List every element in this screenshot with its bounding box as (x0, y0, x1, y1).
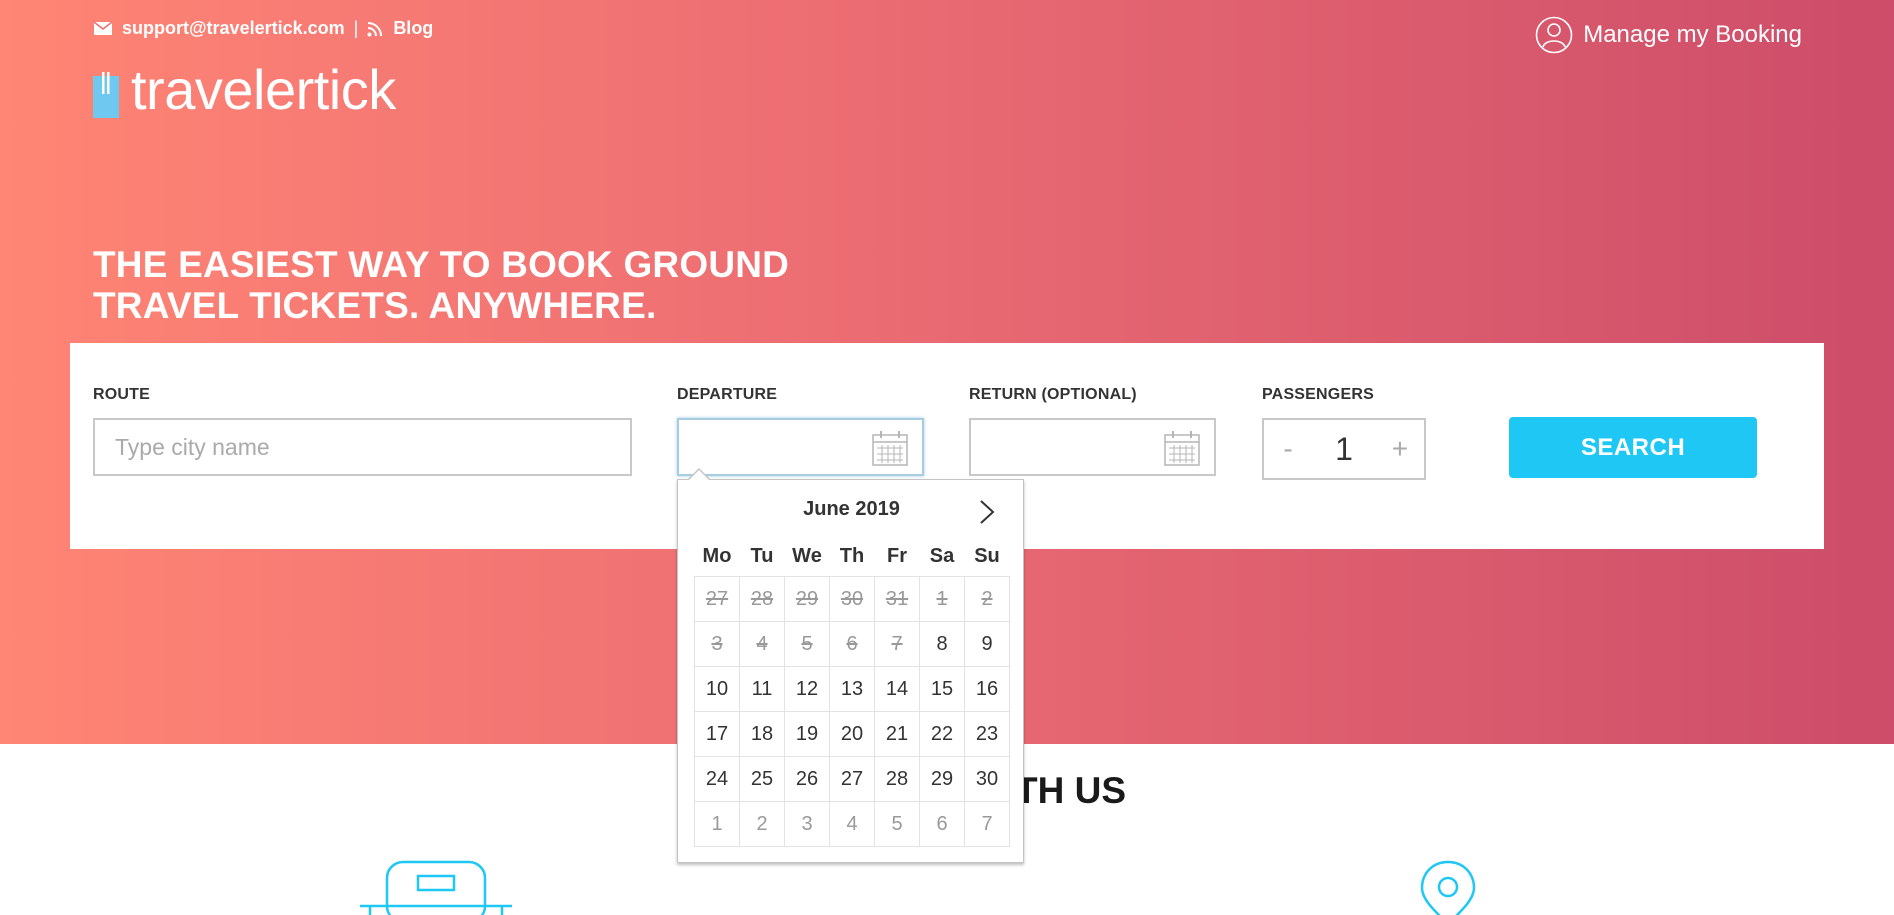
calendar-day: 2 (964, 576, 1010, 622)
manage-booking-label: Manage my Booking (1583, 21, 1802, 48)
calendar-day[interactable]: 1 (694, 801, 740, 847)
calendar-day[interactable]: 28 (874, 756, 920, 802)
return-field[interactable] (969, 418, 1216, 476)
calendar-day[interactable]: 18 (739, 711, 785, 757)
calendar-day[interactable]: 13 (829, 666, 875, 712)
logo-text: travelertick (131, 58, 396, 121)
calendar-day: 30 (829, 576, 875, 622)
calendar-week-row: 10 11 12 13 14 15 16 (694, 666, 1010, 712)
calendar-day[interactable]: 14 (874, 666, 920, 712)
calendar-day[interactable]: 19 (784, 711, 830, 757)
support-email-link[interactable]: support@travelertick.com (122, 18, 345, 39)
calendar-week-row: 1234567 (694, 801, 1010, 847)
calendar-day[interactable]: 7 (964, 801, 1010, 847)
calendar-day[interactable]: 3 (784, 801, 830, 847)
calendar-day: 31 (874, 576, 920, 622)
calendar-day: 6 (829, 621, 875, 667)
weekday-label: Tu (750, 544, 774, 567)
weekday-label: Sa (929, 544, 955, 567)
calendar-day[interactable]: 11 (739, 666, 785, 712)
calendar-day[interactable]: 4 (829, 801, 875, 847)
calendar-icon[interactable] (872, 430, 908, 466)
calendar-day[interactable]: 6 (919, 801, 965, 847)
section-title: TH US (1015, 770, 1126, 811)
departure-label: DEPARTURE (677, 386, 778, 403)
chevron-right-icon[interactable] (977, 498, 997, 526)
datepicker-pointer-fill (688, 470, 710, 481)
user-icon (1535, 16, 1573, 54)
departure-field[interactable] (677, 418, 924, 476)
rss-icon (367, 21, 383, 36)
weekday-header: Mo Tu We Th Fr Sa Su (695, 536, 1010, 577)
calendar-day[interactable]: 16 (964, 666, 1010, 712)
calendar-week-row: 3456789 (694, 621, 1010, 667)
route-field (93, 418, 632, 476)
logo-icon (93, 72, 119, 118)
weekday-label: Su (974, 544, 1000, 567)
calendar-day: 28 (739, 576, 785, 622)
manage-booking-link[interactable]: Manage my Booking (1535, 16, 1802, 54)
weekday-label: We (792, 544, 822, 567)
passengers-decrement-button[interactable]: - (1278, 433, 1298, 465)
contact-bar: support@travelertick.com | Blog (94, 18, 433, 39)
calendar-day[interactable]: 12 (784, 666, 830, 712)
headline-line-1: THE EASIEST WAY TO BOOK GROUND (93, 244, 790, 285)
calendar-day[interactable]: 10 (694, 666, 740, 712)
weekday-label: Th (839, 544, 865, 567)
luggage-icon (360, 860, 512, 915)
passengers-label: PASSENGERS (1262, 386, 1374, 403)
calendar-day[interactable]: 27 (829, 756, 875, 802)
separator: | (353, 18, 359, 38)
calendar-day[interactable]: 2 (739, 801, 785, 847)
headline-line-2: TRAVEL TICKETS. ANYWHERE. (93, 285, 657, 326)
calendar-day: 1 (919, 576, 965, 622)
blog-link[interactable]: Blog (393, 18, 433, 39)
calendar-day: 7 (874, 621, 920, 667)
weekday-label: Mo (702, 544, 732, 567)
calendar-day[interactable]: 21 (874, 711, 920, 757)
calendar-day: 4 (739, 621, 785, 667)
calendar-day[interactable]: 22 (919, 711, 965, 757)
passengers-increment-button[interactable]: + (1390, 433, 1410, 465)
route-label: ROUTE (93, 386, 150, 403)
calendar-day[interactable]: 20 (829, 711, 875, 757)
datepicker: June 2019 Mo Tu We Th Fr Sa Su 27 28 29 30 3… (677, 479, 1024, 863)
search-button[interactable]: SEARCH (1509, 417, 1757, 478)
calendar-day[interactable]: 30 (964, 756, 1010, 802)
calendar-day[interactable]: 5 (874, 801, 920, 847)
calendar-day[interactable]: 26 (784, 756, 830, 802)
calendar-day[interactable]: 29 (919, 756, 965, 802)
calendar-day[interactable]: 24 (694, 756, 740, 802)
calendar-day: 27 (694, 576, 740, 622)
datepicker-grid: Mo Tu We Th Fr Sa Su 27 28 29 30 31 1 2 3 4 5 6 7 8 9… (694, 536, 1010, 847)
calendar-day[interactable]: 15 (919, 666, 965, 712)
calendar-day: 5 (784, 621, 830, 667)
hero-headline: THE EASIEST WAY TO BOOK GROUND TRAVEL TI… (93, 244, 789, 326)
calendar-week-row: 24 25 26 27 28 29 30 (694, 756, 1010, 802)
logo[interactable]: travelertick (93, 62, 396, 118)
calendar-day[interactable]: 8 (919, 621, 965, 667)
calendar-week-row: 27 28 29 30 31 1 2 (694, 576, 1010, 622)
calendar-day: 29 (784, 576, 830, 622)
calendar-day: 3 (694, 621, 740, 667)
calendar-day[interactable]: 25 (739, 756, 785, 802)
passengers-stepper: - 1 + (1262, 418, 1426, 480)
calendar-icon[interactable] (1164, 430, 1200, 466)
calendar-week-row: 17 18 19 20 21 22 23 (694, 711, 1010, 757)
return-label: RETURN (OPTIONAL) (969, 386, 1137, 403)
weekday-label: Fr (887, 544, 907, 567)
mail-icon (94, 22, 112, 35)
datepicker-month: June 2019 (803, 498, 900, 520)
passengers-count[interactable]: 1 (1335, 431, 1353, 468)
map-pin-icon (1420, 860, 1476, 915)
calendar-day[interactable]: 9 (964, 621, 1010, 667)
calendar-day[interactable]: 23 (964, 711, 1010, 757)
route-input[interactable] (95, 420, 630, 474)
calendar-day[interactable]: 17 (694, 711, 740, 757)
